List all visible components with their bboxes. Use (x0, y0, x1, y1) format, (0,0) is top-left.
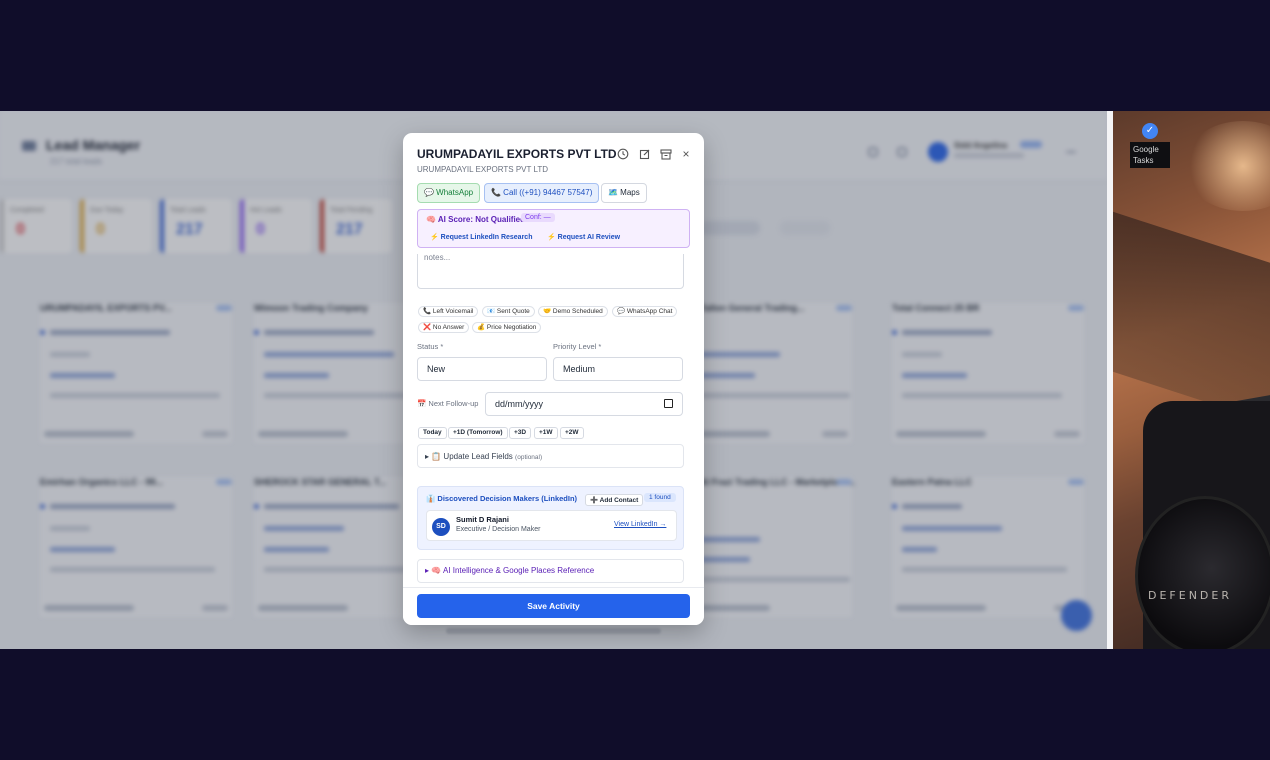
request-ai-review-button[interactable]: ⚡ Request AI Review (547, 233, 620, 241)
footer-text (446, 628, 661, 634)
ai-score-panel: 🧠 AI Score: Not Qualified Conf: — ⚡ Requ… (417, 209, 690, 248)
save-activity-button[interactable]: Save Activity (417, 594, 690, 618)
contact-role: Executive / Decision Maker (456, 526, 541, 533)
quick-chip[interactable]: 🤝 Demo Scheduled (538, 306, 608, 317)
request-linkedin-research-button[interactable]: ⚡ Request LinkedIn Research (430, 233, 532, 241)
followup-date-value: dd/mm/yyyy (495, 399, 544, 409)
view-linkedin-link[interactable]: View LinkedIn → (614, 521, 666, 528)
ai-score-text: 🧠 AI Score: Not Qualified (426, 215, 526, 224)
priority-select[interactable]: Medium (553, 357, 683, 381)
quick-chip[interactable]: 📧 Sent Quote (482, 306, 535, 317)
quick-chip[interactable]: 💰 Price Negotiation (472, 322, 542, 333)
lead-activity-modal: URUMPADAYIL EXPORTS PVT LTD URUMPADAYIL … (403, 133, 704, 625)
update-lead-fields-text: ▸ 📋 Update Lead Fields (425, 452, 513, 461)
followup-date-input[interactable]: dd/mm/yyyy (485, 392, 683, 416)
ai-intelligence-label: ▸ 🧠 AI Intelligence & Google Places Refe… (425, 566, 595, 575)
google-tasks-label: Google Tasks (1130, 142, 1170, 168)
decision-maker-card: SD Sumit D Rajani Executive / Decision M… (426, 510, 677, 541)
call-button[interactable]: 📞 Call ((+91) 94467 57547) (484, 183, 600, 203)
add-contact-button[interactable]: ➕ Add Contact (585, 494, 644, 506)
spare-tire (1135, 496, 1270, 649)
google-tasks-icon[interactable]: ✓ (1142, 123, 1158, 139)
decision-makers-title: 👔 Discovered Decision Makers (LinkedIn) (426, 494, 578, 503)
status-label: Status * (417, 342, 444, 351)
modal-footer: Save Activity (403, 587, 704, 625)
archive-icon[interactable] (660, 148, 672, 160)
quick-chip[interactable]: 💬 WhatsApp Chat (612, 306, 678, 317)
quick-chip[interactable]: ❌ No Answer (418, 322, 470, 333)
date-chip-3d[interactable]: +3D (509, 427, 532, 439)
wallpaper-image: DEFENDER (1113, 111, 1270, 649)
update-lead-fields-label: ▸ 📋 Update Lead Fields (optional) (425, 452, 542, 461)
quick-chip[interactable]: 📞 Left Voicemail (418, 306, 479, 317)
modal-subtitle: URUMPADAYIL EXPORTS PVT LTD (417, 165, 548, 174)
date-chip-2w[interactable]: +2W (560, 427, 584, 439)
status-select[interactable]: New (417, 357, 547, 381)
modal-scroll-area[interactable]: notes... 📞 Left Voicemail 📧 Sent Quote 🤝… (403, 254, 704, 587)
found-count-badge: 1 found (644, 493, 676, 502)
modal-title: URUMPADAYIL EXPORTS PVT LTD (417, 147, 617, 161)
calendar-icon[interactable] (664, 399, 673, 408)
decision-makers-panel: 👔 Discovered Decision Makers (LinkedIn) … (417, 486, 684, 550)
ai-intelligence-toggle[interactable]: ▸ 🧠 AI Intelligence & Google Places Refe… (417, 559, 684, 583)
ai-confidence-badge: Conf: — (521, 213, 555, 222)
history-icon[interactable] (617, 148, 629, 160)
whatsapp-button[interactable]: 💬 WhatsApp (417, 183, 481, 203)
maps-button[interactable]: 🗺️ Maps (601, 183, 647, 203)
priority-label: Priority Level * (553, 342, 602, 351)
screen: Lead Manager 217 total leads Sidd Angeli… (0, 111, 1270, 649)
close-icon[interactable]: × (680, 148, 692, 160)
contact-name: Sumit D Rajani (456, 515, 509, 524)
date-chip-1w[interactable]: +1W (534, 427, 558, 439)
date-chip-tomorrow[interactable]: +1D (Tomorrow) (448, 427, 508, 439)
edit-icon[interactable] (639, 148, 651, 160)
vehicle-brand-text: DEFENDER (1148, 589, 1232, 602)
update-lead-fields-toggle[interactable]: ▸ 📋 Update Lead Fields (optional) (417, 444, 684, 468)
date-chip-today[interactable]: Today (418, 427, 447, 439)
optional-tag: (optional) (515, 454, 543, 461)
notes-textarea[interactable]: notes... (417, 254, 684, 289)
avatar: SD (432, 518, 450, 536)
followup-label: 📅 Next Follow-up (417, 399, 479, 408)
